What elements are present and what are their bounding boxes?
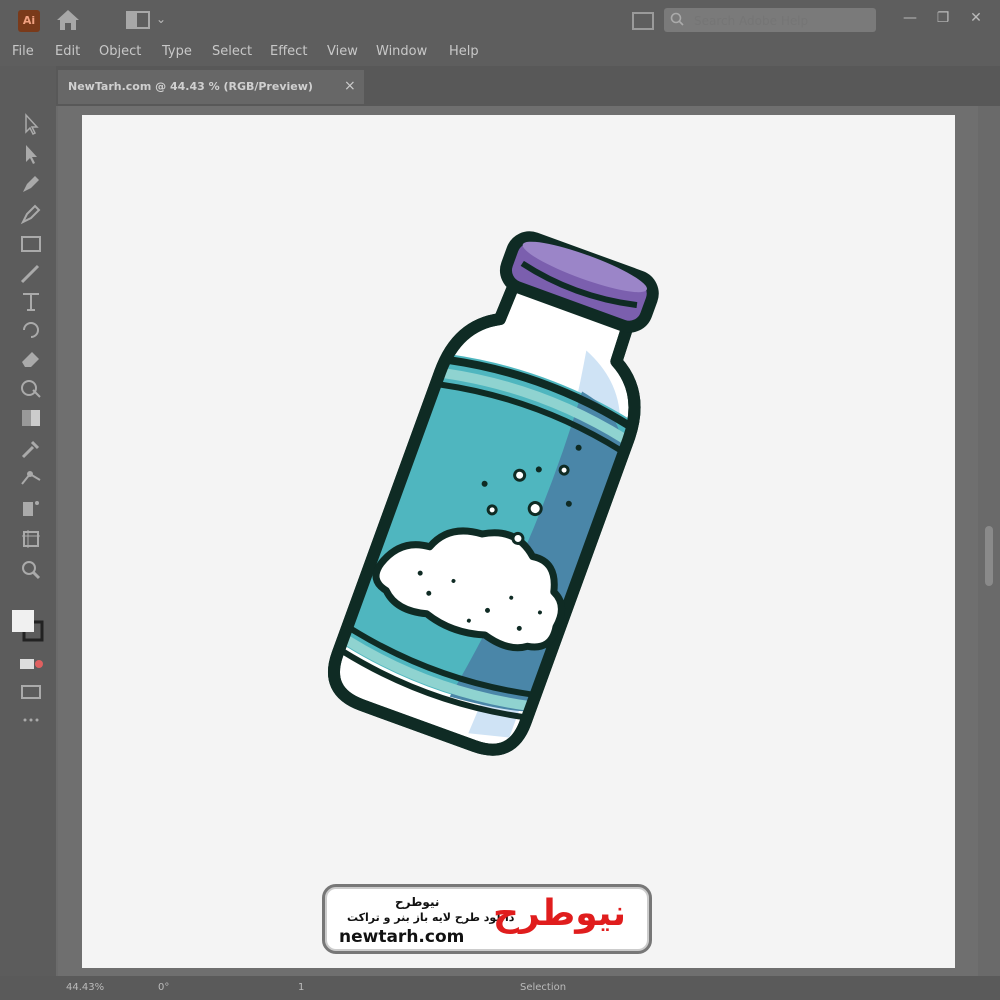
direct-selection-tool-icon[interactable] bbox=[18, 142, 44, 166]
shape-builder-icon[interactable] bbox=[18, 376, 44, 400]
eyedropper-tool-icon[interactable] bbox=[18, 436, 44, 460]
document-tab-title: NewTarh.com @ 44.43 % (RGB/Preview) bbox=[68, 80, 313, 93]
rectangle-tool-icon[interactable] bbox=[18, 232, 44, 256]
curvature-tool-icon[interactable] bbox=[18, 202, 44, 226]
watermark-url: newtarh.com bbox=[339, 927, 465, 947]
search-input[interactable] bbox=[692, 11, 872, 31]
minimize-button[interactable]: — bbox=[895, 4, 925, 32]
selection-tool-icon[interactable] bbox=[18, 112, 44, 136]
watermark-name: نیوطرح bbox=[395, 895, 440, 909]
vertical-scrollbar[interactable] bbox=[978, 106, 1000, 976]
home-icon[interactable] bbox=[55, 8, 81, 32]
type-tool-icon[interactable] bbox=[18, 290, 44, 314]
menu-select[interactable]: Select bbox=[212, 44, 252, 59]
gradient-tool-icon[interactable] bbox=[18, 406, 44, 430]
menu-help[interactable]: Help bbox=[449, 44, 479, 59]
document-tab[interactable]: NewTarh.com @ 44.43 % (RGB/Preview) × bbox=[58, 70, 364, 104]
pen-tool-icon[interactable] bbox=[18, 172, 44, 196]
drawing-mode-icon[interactable] bbox=[18, 652, 44, 676]
screen-mode-icon[interactable] bbox=[18, 680, 44, 704]
menu-window[interactable]: Window bbox=[376, 44, 427, 59]
menu-object[interactable]: Object bbox=[99, 44, 141, 59]
current-tool-label: Selection bbox=[520, 982, 567, 993]
artboard-tool-icon[interactable] bbox=[18, 526, 44, 550]
close-button[interactable]: ✕ bbox=[961, 4, 991, 32]
bottle-illustration bbox=[328, 231, 659, 756]
menu-edit[interactable]: Edit bbox=[55, 44, 80, 59]
menu-file[interactable]: File bbox=[12, 44, 34, 59]
menu-bar: File Edit Object Type Select Effect View… bbox=[0, 40, 1000, 66]
rotation-value[interactable]: 0° bbox=[158, 982, 169, 993]
close-tab-icon[interactable]: × bbox=[344, 78, 356, 94]
restore-button[interactable]: ❐ bbox=[928, 4, 958, 32]
search-icon bbox=[670, 12, 684, 26]
zoom-tool-icon[interactable] bbox=[18, 558, 44, 582]
watermark-logo: نیوطرح bbox=[493, 893, 627, 934]
blend-tool-icon[interactable] bbox=[18, 466, 44, 490]
eraser-tool-icon[interactable] bbox=[18, 346, 44, 370]
watermark-badge: نیوطرح دانلود طرح لایه باز بنر و تراکت n… bbox=[322, 884, 652, 954]
symbol-sprayer-icon[interactable] bbox=[18, 496, 44, 520]
chevron-down-icon[interactable]: ⌄ bbox=[156, 12, 166, 26]
ai-app-icon: Ai bbox=[18, 10, 40, 32]
scrollbar-thumb[interactable] bbox=[985, 526, 993, 586]
status-bar: 44.43% 0° 1 Selection bbox=[0, 976, 1000, 1000]
menu-view[interactable]: View bbox=[327, 44, 358, 59]
artboard-number[interactable]: 1 bbox=[298, 982, 304, 993]
search-box[interactable] bbox=[664, 8, 876, 32]
zoom-level[interactable]: 44.43% bbox=[66, 982, 104, 993]
menu-effect[interactable]: Effect bbox=[270, 44, 307, 59]
workspace-icon[interactable] bbox=[126, 10, 150, 30]
brush-tool-icon[interactable] bbox=[18, 262, 44, 286]
rotate-tool-icon[interactable] bbox=[18, 318, 44, 342]
fill-stroke-icon[interactable] bbox=[10, 606, 46, 644]
edit-toolbar-icon[interactable] bbox=[18, 708, 44, 732]
arrange-icon[interactable] bbox=[632, 12, 654, 30]
menu-type[interactable]: Type bbox=[162, 44, 192, 59]
watermark-tagline: دانلود طرح لایه باز بنر و تراکت bbox=[347, 911, 515, 924]
title-bar: Ai ⌄ — ❐ ✕ bbox=[0, 0, 1000, 40]
toolbar bbox=[0, 66, 56, 1000]
